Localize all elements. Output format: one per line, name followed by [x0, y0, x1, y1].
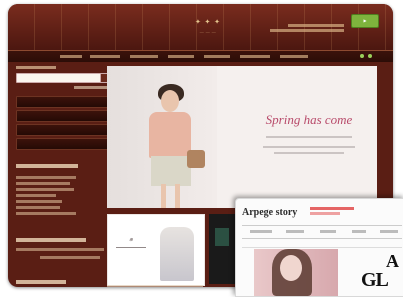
sidebar-text-line[interactable] [16, 176, 76, 179]
promo-thumbnail[interactable]: ꕥ [107, 214, 205, 286]
magazine-tab-bar [242, 225, 402, 239]
magazine-tab[interactable] [320, 230, 336, 233]
magazine-cover-image [254, 249, 338, 296]
hero-model-top [149, 112, 191, 158]
sidebar-text-line[interactable] [16, 200, 62, 203]
promo-logo-rule [116, 247, 146, 248]
magazine-tab[interactable] [286, 230, 304, 233]
hero-copy-line [274, 152, 344, 154]
nav-item[interactable] [240, 55, 270, 58]
sidebar-text-line[interactable] [16, 212, 76, 215]
nav-item[interactable] [60, 55, 82, 58]
magazine-tagline [310, 207, 354, 210]
sidebar-text-line[interactable] [16, 182, 70, 185]
hero-model-skirt [151, 156, 191, 186]
nav-indicator-icon [368, 54, 372, 58]
magazine-tagline [310, 212, 340, 215]
utility-link[interactable] [288, 24, 344, 27]
sidebar-footer-heading [16, 280, 66, 284]
promo-model-image [160, 227, 194, 281]
search-label [16, 66, 56, 69]
site-header: ✦ ✦ ✦ — — — ▶ [8, 4, 393, 52]
promo-logo: ꕥ [129, 237, 133, 242]
hero-model-bag [187, 150, 205, 168]
sidebar-category[interactable] [16, 124, 110, 136]
sidebar-text-line[interactable] [16, 194, 56, 197]
brand-logo[interactable]: ✦ ✦ ✦ — — — [138, 18, 278, 34]
cart-button[interactable]: ▶ [351, 14, 379, 28]
magazine-title: Arpege story [242, 207, 298, 218]
sidebar-category[interactable] [16, 110, 110, 122]
hero-model-leg [175, 184, 180, 208]
brand-logo-mark: ✦ ✦ ✦ [194, 18, 222, 26]
nav-item[interactable] [280, 55, 308, 58]
hero-model-image [141, 66, 207, 208]
search-input[interactable] [16, 73, 102, 83]
hero-model-leg [161, 184, 166, 208]
sidebar-category[interactable] [16, 96, 110, 108]
main-nav [8, 50, 393, 62]
magazine-headline-word: GL [361, 269, 389, 291]
hero-title: Spring has come [265, 112, 353, 127]
sidebar-text-line[interactable] [16, 248, 104, 251]
brand-logo-subtitle: — — — [199, 29, 217, 34]
nav-item[interactable] [204, 55, 230, 58]
promo-caption [107, 285, 203, 287]
sidebar-section-heading [16, 164, 78, 168]
nav-item[interactable] [90, 55, 120, 58]
promo-dark-accent [215, 228, 229, 246]
utility-links[interactable] [270, 24, 344, 38]
magazine-preview[interactable]: Arpege story A GL [235, 198, 403, 297]
sidebar-text-line[interactable] [16, 188, 74, 191]
magazine-tab[interactable] [250, 230, 272, 233]
advanced-search-link[interactable] [74, 86, 108, 89]
sidebar-section-heading [16, 238, 86, 242]
magazine-subnav [242, 239, 402, 248]
sidebar [16, 66, 110, 287]
sidebar-text-line[interactable] [16, 206, 60, 209]
hero-banner[interactable]: Spring has come [107, 66, 377, 208]
utility-link[interactable] [270, 29, 344, 32]
magazine-model-face [280, 255, 302, 281]
hero-model-face [161, 90, 179, 112]
hero-subtitle-line [266, 136, 352, 138]
hero-copy-line [263, 146, 355, 148]
nav-item[interactable] [130, 55, 158, 58]
magazine-tab[interactable] [380, 230, 398, 233]
nav-item[interactable] [168, 55, 194, 58]
sidebar-category[interactable] [16, 138, 110, 150]
sidebar-text-line[interactable] [40, 256, 100, 259]
nav-indicator-icon [360, 54, 364, 58]
magazine-tab[interactable] [352, 230, 366, 233]
